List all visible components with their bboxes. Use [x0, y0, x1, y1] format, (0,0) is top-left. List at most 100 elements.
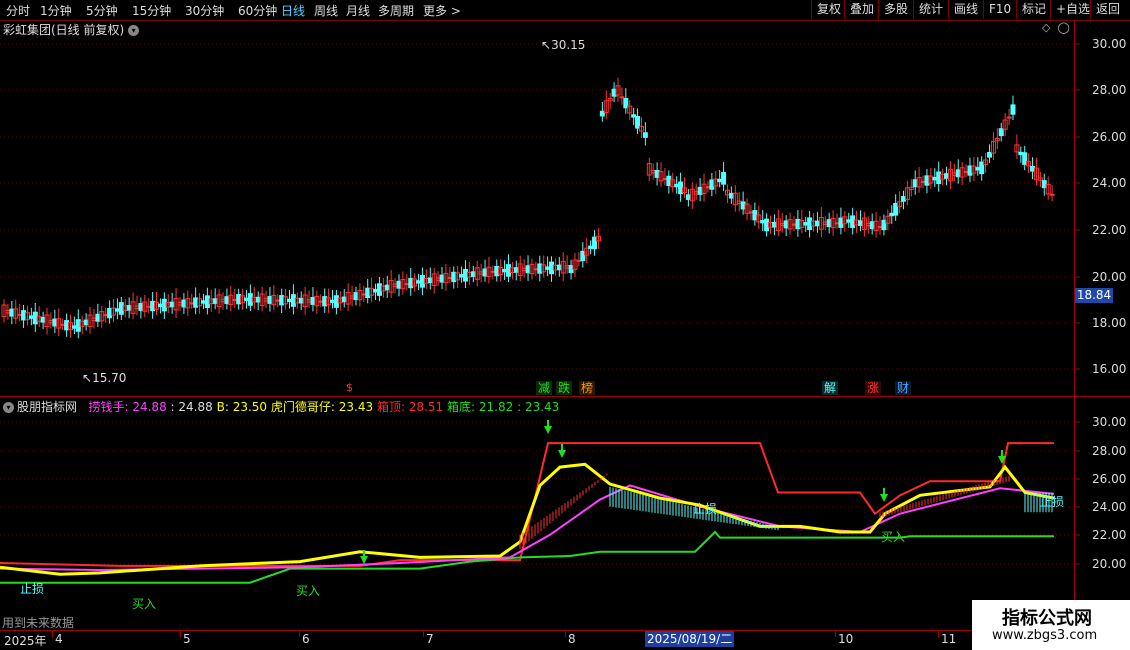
price-axis-label: 30.00 — [1092, 37, 1127, 51]
chevron-down-icon[interactable]: ▾ — [3, 402, 14, 413]
candle-body — [943, 173, 949, 179]
candle-body — [705, 186, 711, 189]
candle-body — [654, 169, 660, 178]
indicator-value-humen: 23.43 — [338, 400, 374, 414]
candle-body — [21, 310, 27, 321]
candle-body — [685, 194, 691, 200]
candle-body — [869, 221, 875, 230]
watermark-title: 指标公式网 — [1002, 608, 1092, 629]
candle-body — [783, 220, 789, 229]
candle-body — [611, 88, 617, 97]
event-badge-list[interactable]: 榜 — [579, 381, 596, 395]
candle-body — [60, 323, 66, 326]
candle-body — [189, 302, 195, 305]
candle-body — [717, 178, 723, 183]
high-price-value: 30.15 — [551, 38, 586, 52]
date-tick — [565, 631, 566, 637]
candle-body — [791, 223, 797, 226]
candle-body — [846, 219, 852, 223]
candle-body — [408, 277, 414, 289]
candle-body — [298, 297, 304, 304]
event-badge-drop[interactable]: 跌 — [556, 381, 573, 395]
event-marker[interactable]: $ — [346, 381, 353, 394]
indicator-axis-label: 22.00 — [1092, 528, 1127, 542]
candle-body — [107, 307, 113, 319]
candle-body — [877, 226, 883, 229]
current-price-tag: 18.84 — [1075, 288, 1113, 303]
candle-body — [537, 263, 543, 274]
candle-body — [404, 283, 410, 286]
candle-body — [490, 270, 496, 273]
indicator-name[interactable]: 股朋指标网 — [17, 400, 77, 414]
selected-date-indicator: 2025/08/19/二 — [645, 631, 735, 647]
event-badge-finance[interactable]: 财 — [895, 381, 912, 395]
candle-body — [709, 179, 715, 190]
date-tick — [299, 631, 300, 637]
candle-body — [666, 175, 672, 187]
indicator-label-box-top: 箱顶: — [376, 400, 405, 414]
date-axis: 2025年 4 5 6 7 8 9 10 11 — [0, 631, 1074, 650]
candle-body — [83, 319, 89, 326]
future-data-note: 用到未来数据 — [2, 616, 75, 630]
candle-body — [764, 218, 770, 232]
stop-loss-label: 止损 — [693, 502, 718, 516]
event-badge-unlock[interactable]: 解 — [822, 381, 839, 395]
candle-body — [807, 217, 813, 230]
panel-separator — [0, 396, 1130, 397]
candle-body — [439, 274, 445, 283]
candle-body — [212, 298, 218, 304]
candle-body — [150, 300, 156, 312]
candle-body — [204, 295, 210, 308]
candle-body — [451, 271, 457, 283]
date-tick — [52, 631, 53, 637]
low-price-marker: ↖15.70 — [82, 371, 127, 385]
price-axis-label: 26.00 — [1092, 130, 1127, 144]
candle-body — [674, 183, 680, 188]
candle-body — [588, 245, 594, 249]
candle-body — [290, 294, 296, 307]
candle-body — [568, 265, 574, 274]
candle-body — [889, 212, 895, 217]
candle-body — [920, 180, 926, 183]
price-axis-label: 20.00 — [1092, 270, 1127, 284]
candle-body — [893, 203, 899, 216]
candle-body — [924, 175, 930, 186]
event-badge-reduce[interactable]: 减 — [536, 381, 553, 395]
candle-body — [243, 297, 249, 302]
candle-body — [955, 169, 961, 178]
candle-body — [279, 295, 285, 306]
indicator-value-box-bottom: 21.82 — [478, 400, 514, 414]
candle-body — [255, 296, 261, 303]
candle-body — [17, 313, 23, 316]
candle-body — [752, 210, 758, 221]
date-tick — [180, 631, 181, 637]
candle-body — [318, 300, 324, 303]
candle-body — [267, 295, 273, 304]
candle-body — [635, 116, 641, 129]
candle-body — [1018, 151, 1024, 156]
candle-body — [502, 269, 508, 273]
arrow-down-icon — [544, 426, 552, 434]
high-price-marker: ↖30.15 — [541, 38, 586, 52]
candle-body — [631, 114, 637, 118]
candle-body — [599, 110, 605, 117]
indicator-axis-label: 26.00 — [1092, 472, 1127, 486]
date-label-month: 5 — [183, 632, 191, 646]
indicator-value-extra: 23.43 — [524, 400, 560, 414]
event-badge-rise[interactable]: 涨 — [865, 381, 882, 395]
candle-body — [967, 165, 973, 176]
stop-loss-label: 止损 — [1040, 495, 1065, 509]
candle-body — [912, 179, 918, 188]
candle-body — [200, 300, 206, 304]
candle-body — [40, 317, 46, 323]
candle-body — [330, 299, 336, 304]
arrow-down-icon — [880, 494, 888, 502]
candle-body — [376, 283, 382, 296]
price-axis-label: 22.00 — [1092, 223, 1127, 237]
candle-body — [459, 274, 465, 278]
candle-body — [9, 308, 15, 317]
candle-body — [760, 220, 766, 224]
price-axis-label: 16.00 — [1092, 362, 1127, 376]
candle-body — [721, 172, 727, 185]
candle-body — [795, 218, 801, 230]
